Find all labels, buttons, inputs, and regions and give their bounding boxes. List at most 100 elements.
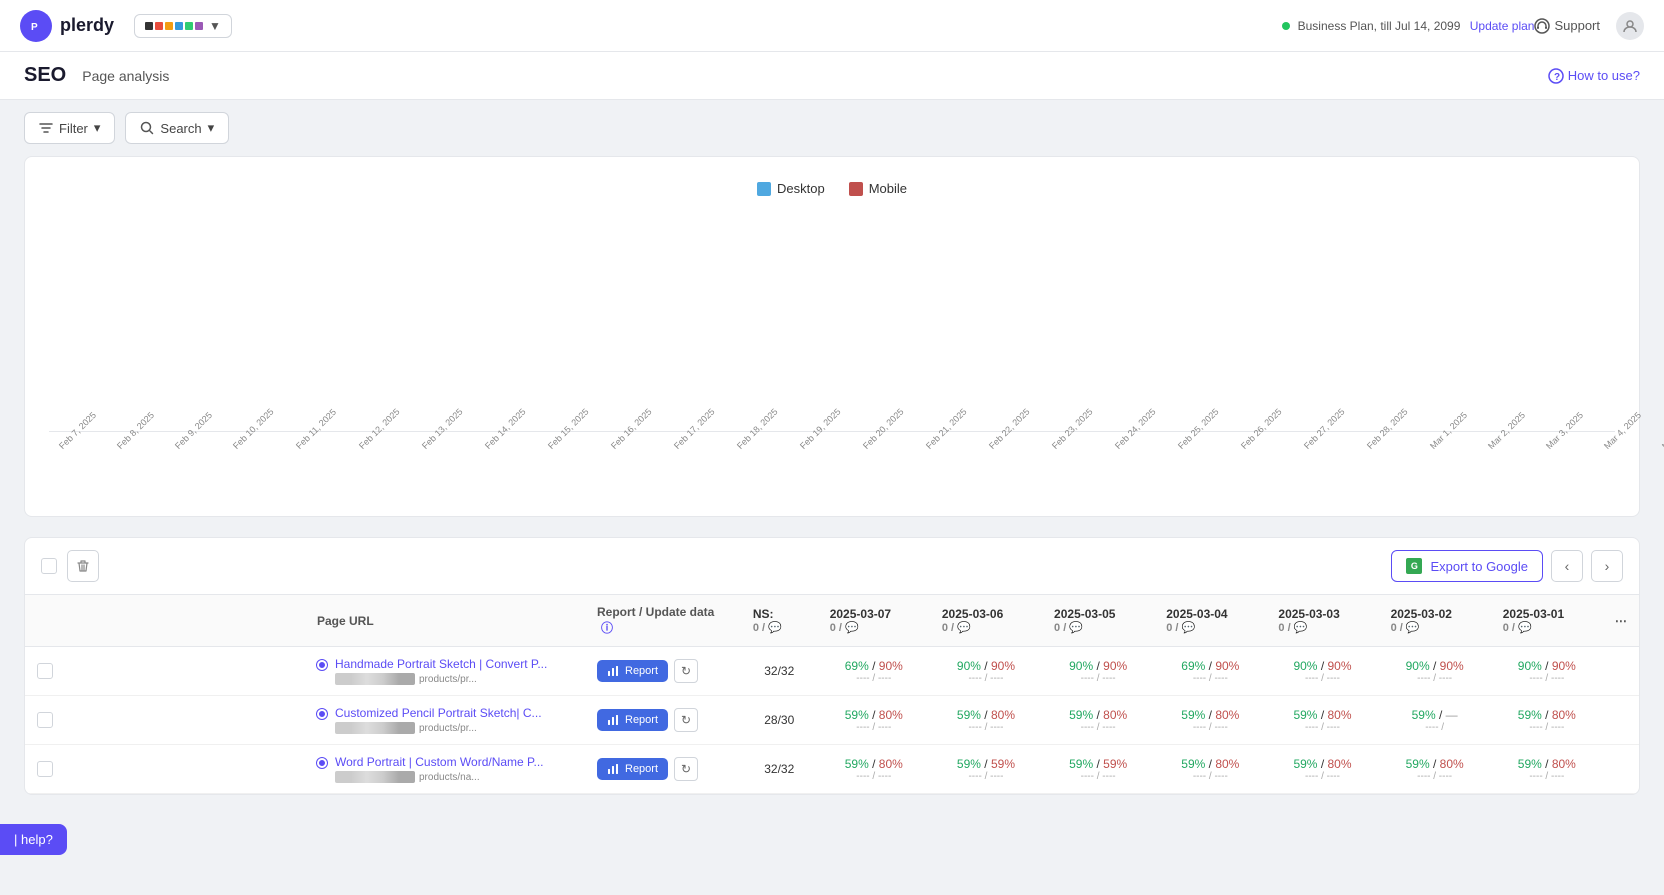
score-main: 69% (845, 659, 869, 673)
plan-dots-icon (145, 22, 203, 30)
row-more-options[interactable] (1603, 745, 1639, 794)
score-secondary: 90% (1215, 659, 1239, 673)
legend-mobile: Mobile (849, 181, 907, 196)
report-button[interactable]: Report (597, 709, 668, 731)
score-secondary: 80% (1215, 708, 1239, 722)
col-report-header: Report / Update data ⓘ (585, 595, 741, 647)
chart-legend: Desktop Mobile (49, 181, 1615, 196)
date-3-sub: 0 / 💬 (1166, 621, 1254, 634)
chart-section: Desktop Mobile Feb 7, 2025Feb 8, 2025Feb… (24, 156, 1640, 517)
search-chevron-icon: ▾ (208, 120, 215, 136)
score-sub: ---- / ---- (942, 771, 1030, 782)
desktop-legend-color (757, 182, 771, 196)
refresh-button[interactable]: ↻ (674, 757, 698, 781)
row-indicator-dot[interactable] (317, 709, 327, 719)
score-sub: ---- / ---- (1278, 771, 1366, 782)
score-cell: 69% / 90% (1166, 659, 1254, 673)
refresh-button[interactable]: ↻ (674, 708, 698, 732)
score-main: 59% (957, 708, 981, 722)
score-secondary: 80% (1440, 757, 1464, 771)
row-checkbox[interactable] (37, 761, 53, 777)
score-secondary: 90% (1552, 659, 1576, 673)
score-separator: / (1439, 708, 1446, 722)
chart-container: Feb 7, 2025Feb 8, 2025Feb 9, 2025Feb 10,… (49, 212, 1615, 492)
logo-icon: P (20, 10, 52, 42)
row-indicator-dot[interactable] (317, 758, 327, 768)
report-button[interactable]: Report (597, 660, 668, 682)
score-main: 90% (1406, 659, 1430, 673)
update-plan-link[interactable]: Update plan (1470, 19, 1535, 33)
date-2-sub: 0 / 💬 (1054, 621, 1142, 634)
user-avatar-icon (1622, 18, 1638, 34)
refresh-button[interactable]: ↻ (674, 659, 698, 683)
search-icon (140, 121, 154, 135)
score-separator: / (984, 708, 991, 722)
score-separator: / (1433, 659, 1440, 673)
headset-icon (1534, 18, 1550, 34)
score-sub: ---- / ---- (1054, 722, 1142, 733)
row-checkbox[interactable] (37, 712, 53, 728)
col-date-0-header: 2025-03-07 0 / 💬 (818, 595, 930, 647)
score-secondary: 90% (879, 659, 903, 673)
score-secondary: 80% (1103, 708, 1127, 722)
score-main: 90% (1293, 659, 1317, 673)
score-cell: 59% / 80% (1503, 757, 1591, 771)
search-button[interactable]: Search ▾ (125, 112, 229, 144)
date-5-sub: 0 / 💬 (1391, 621, 1479, 634)
score-separator: / (984, 757, 991, 771)
export-to-google-button[interactable]: G Export to Google (1391, 550, 1543, 582)
select-all-checkbox[interactable] (41, 558, 57, 574)
prev-page-button[interactable]: ‹ (1551, 550, 1583, 582)
url-path: products/pr... (335, 673, 547, 685)
user-icon[interactable] (1616, 12, 1644, 40)
score-cell: 90% / 90% (942, 659, 1030, 673)
page-url-link[interactable]: Word Portrait | Custom Word/Name P... (335, 755, 544, 769)
col-page-url-header: Page URL (305, 595, 585, 647)
url-text: products/na... (419, 772, 480, 783)
status-dot-icon (1282, 22, 1290, 30)
score-main: 59% (1181, 708, 1205, 722)
row-checkbox[interactable] (37, 663, 53, 679)
row-more-options[interactable] (1603, 647, 1639, 696)
help-button[interactable]: | help? (0, 824, 67, 855)
mobile-legend-label: Mobile (869, 181, 907, 196)
score-secondary: 80% (1327, 708, 1351, 722)
delete-button[interactable] (67, 550, 99, 582)
chart-icon (607, 714, 619, 726)
row-more-options[interactable] (1603, 696, 1639, 745)
score-main: 69% (1181, 659, 1205, 673)
url-thumbnail-icon (335, 771, 415, 783)
page-header: SEO Page analysis ? How to use? (0, 52, 1664, 100)
filter-button[interactable]: Filter ▾ (24, 112, 115, 144)
score-main: 59% (1412, 708, 1436, 722)
plan-label: Business Plan, till Jul 14, 2099 (1298, 19, 1461, 33)
chart-icon (607, 763, 619, 775)
seo-title: SEO (24, 64, 66, 87)
row-indicator-dot[interactable] (317, 660, 327, 670)
report-button[interactable]: Report (597, 758, 668, 780)
page-url-link[interactable]: Customized Pencil Portrait Sketch| C... (335, 706, 542, 720)
toolbar: Filter ▾ Search ▾ (0, 100, 1664, 156)
support-button[interactable]: Support (1534, 18, 1600, 34)
score-secondary: 59% (1103, 757, 1127, 771)
table-toolbar-left (41, 550, 99, 582)
page-url-link[interactable]: Handmade Portrait Sketch | Convert P... (335, 657, 547, 671)
score-sub: ---- / ---- (830, 673, 918, 684)
next-page-button[interactable]: › (1591, 550, 1623, 582)
svg-text:P: P (31, 22, 38, 33)
plan-badge[interactable]: ▼ (134, 14, 232, 38)
how-to-use-link[interactable]: ? How to use? (1548, 68, 1640, 84)
chart-bars (49, 212, 1615, 432)
score-secondary: 80% (1327, 757, 1351, 771)
score-secondary: 59% (991, 757, 1015, 771)
col-date-1-header: 2025-03-06 0 / 💬 (930, 595, 1042, 647)
score-cell: 59% / 80% (830, 757, 918, 771)
chart-labels: Feb 7, 2025Feb 8, 2025Feb 9, 2025Feb 10,… (49, 436, 1615, 454)
trash-icon (76, 559, 90, 573)
score-main: 90% (957, 659, 981, 673)
score-sub: ---- / ---- (942, 722, 1030, 733)
score-sub: ---- / ---- (1391, 771, 1479, 782)
next-arrow-icon: › (1605, 558, 1610, 574)
question-circle-icon: ? (1548, 68, 1564, 84)
score-main: 59% (1069, 757, 1093, 771)
